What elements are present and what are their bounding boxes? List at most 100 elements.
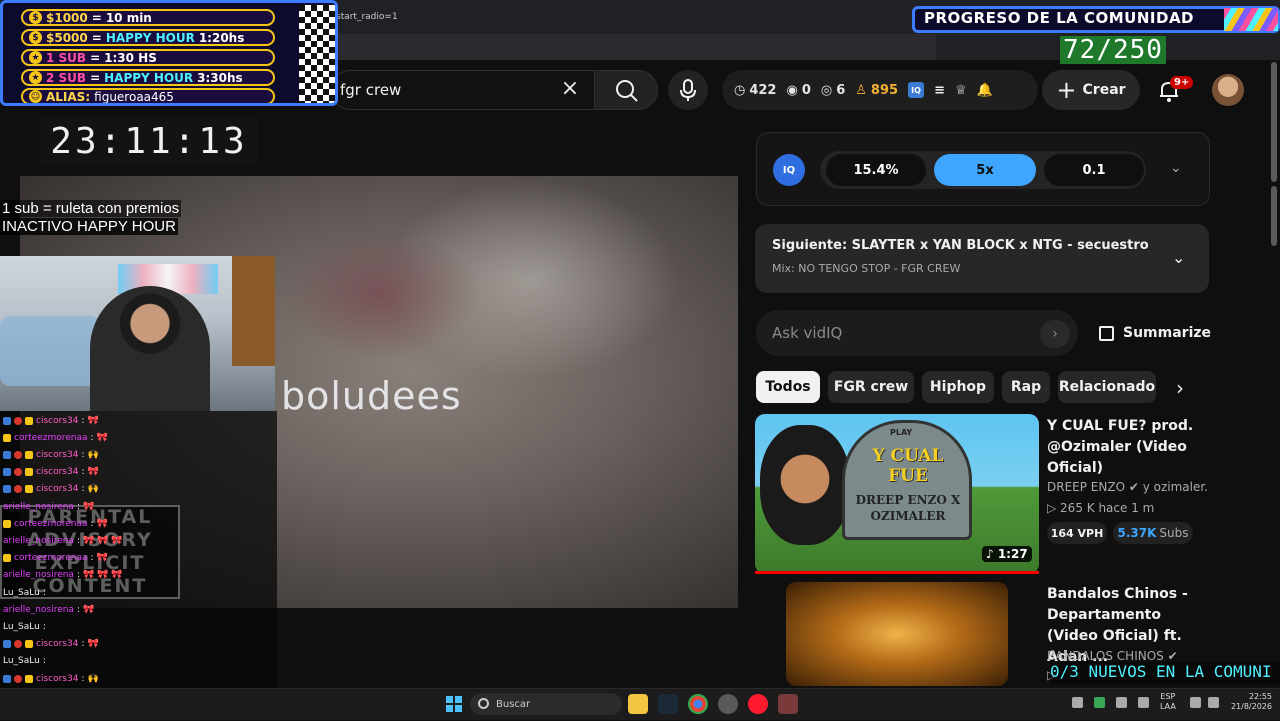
chat-username[interactable]: ciscors34 — [36, 450, 78, 460]
vidiq-icon[interactable]: IQ — [908, 82, 925, 98]
voice-search-button[interactable] — [668, 70, 708, 110]
clear-search-icon[interactable]: × — [559, 78, 581, 100]
chat-username[interactable]: ciscors34 — [36, 674, 78, 684]
chat-username[interactable]: corteezmorenaa — [14, 553, 88, 563]
chat-message: corteezmorenaa: 🎀 — [3, 515, 108, 532]
chat-text: 🎀 🎀 🎀 — [83, 535, 123, 546]
expand-chevron-icon[interactable]: ⌄ — [1172, 248, 1185, 267]
eye-stat-2: ◎ 6 — [820, 82, 846, 98]
tray-icon[interactable] — [1138, 697, 1149, 708]
channel-name[interactable]: BANDALOS CHINOS ✔ — [1047, 649, 1178, 663]
chat-message: ciscors34: 🎀 — [3, 412, 99, 429]
search-icon — [478, 698, 489, 709]
chat-username[interactable]: arielle_nosirena — [3, 536, 74, 546]
chat-username[interactable]: Lu_SaLu — [3, 588, 40, 598]
chat-username[interactable]: ciscors34 — [36, 467, 78, 477]
create-button[interactable]: + Crear — [1042, 70, 1140, 110]
chat-username[interactable]: arielle_nosirena — [3, 605, 74, 615]
vidiq-multiplier-pill[interactable]: 5x — [934, 154, 1036, 186]
chat-message: arielle_nosirena: 🎀 — [3, 601, 94, 618]
windows-start-icon[interactable] — [446, 696, 462, 712]
community-progress-label: PROGRESO DE LA COMUNIDAD — [924, 9, 1195, 27]
up-next-card[interactable] — [755, 224, 1209, 293]
up-next-title[interactable]: Siguiente: SLAYTER x YAN BLOCK x NTG - s… — [772, 238, 1152, 253]
chat-username[interactable]: corteezmorenaa — [14, 433, 88, 443]
page-scrollbar[interactable] — [1271, 62, 1277, 182]
vidiq-ratio-pill[interactable]: 0.1 — [1044, 154, 1144, 186]
chat-username[interactable]: arielle_nosirena — [3, 502, 74, 512]
language-indicator[interactable]: ESP LAA — [1160, 692, 1176, 712]
chat-text: 🙌 — [87, 449, 99, 460]
ask-vidiq-placeholder[interactable]: Ask vidIQ — [772, 324, 842, 342]
wifi-icon[interactable] — [1190, 697, 1201, 708]
bell-small-icon[interactable]: 🔔 — [977, 83, 993, 98]
chevron-down-icon[interactable]: ⌄ — [1170, 160, 1182, 176]
taskbar-search[interactable]: Buscar — [470, 693, 622, 715]
video-title[interactable]: Y CUAL FUE? prod. @Ozimaler (Video Ofici… — [1047, 416, 1207, 479]
vidiq-logo[interactable]: IQ — [773, 154, 805, 186]
app-icon-2[interactable] — [778, 694, 798, 714]
chat-badge-icon — [3, 416, 11, 425]
thumbnail-play-label: PLAY — [890, 428, 913, 437]
clock[interactable]: 22:55 21/8/2026 — [1230, 692, 1272, 712]
chat-username[interactable]: Lu_SaLu — [3, 656, 40, 666]
watch-progress-bar — [755, 571, 1039, 574]
promo-text: 1 sub = ruleta con premios — [0, 200, 182, 217]
happy-hour-status: INACTIVO HAPPY HOUR — [0, 218, 178, 235]
search-query[interactable]: fgr crew — [340, 81, 401, 99]
webcam-feed — [0, 256, 275, 411]
vidiq-score-pill[interactable]: 15.4% — [826, 154, 926, 186]
summarize-button[interactable]: Summarize — [1099, 325, 1211, 341]
user-icon: ☺ — [29, 90, 42, 103]
channel-name[interactable]: DREEP ENZO ✔ y ozimaler. — [1047, 480, 1208, 494]
search-button[interactable] — [594, 70, 658, 110]
address-bar[interactable]: start_radio=1 — [336, 12, 398, 22]
volume-icon[interactable] — [1208, 697, 1219, 708]
avatar[interactable] — [1212, 74, 1244, 106]
chat-username[interactable]: ciscors34 — [36, 639, 78, 649]
chip-relacionado[interactable]: Relacionado — [1058, 371, 1156, 403]
chrome-icon[interactable] — [688, 694, 708, 714]
chip-hiphop[interactable]: Hiphop — [922, 371, 994, 403]
chat-separator: : — [90, 553, 94, 564]
app-icon[interactable] — [718, 694, 738, 714]
chat-text: 🎀 — [87, 415, 99, 426]
chat-separator: : — [42, 621, 46, 632]
duration-badge: ♪ 1:27 — [982, 546, 1032, 562]
chevron-right-icon[interactable]: › — [1176, 376, 1184, 400]
chat-separator: : — [90, 518, 94, 529]
page-scrollbar-lower[interactable] — [1271, 186, 1277, 246]
eye-stat: ◉ 0 — [786, 82, 811, 98]
video-thumbnail[interactable] — [786, 582, 1008, 686]
chat-badge-icon — [25, 416, 33, 425]
chat-message: arielle_nosirena: 🎀 🎀 🎀 — [3, 532, 122, 549]
chat-username[interactable]: ciscors34 — [36, 416, 78, 426]
chat-username[interactable]: ciscors34 — [36, 484, 78, 494]
chat-text: 🎀 — [96, 518, 108, 529]
clock-icon: ◷ — [734, 82, 746, 98]
list-icon[interactable]: ≡ — [934, 83, 945, 98]
chat-username[interactable]: corteezmorenaa — [14, 519, 88, 529]
chat-badge-icon — [3, 554, 11, 563]
chat-username[interactable]: Lu_SaLu — [3, 622, 40, 632]
file-explorer-icon[interactable] — [628, 694, 648, 714]
chip-rap[interactable]: Rap — [1002, 371, 1050, 403]
chip-todos[interactable]: Todos — [756, 371, 820, 403]
steam-icon[interactable] — [658, 694, 678, 714]
chat-separator: : — [76, 501, 80, 512]
tray-icon[interactable] — [1116, 697, 1127, 708]
trophy-icon[interactable]: ♕ — [955, 83, 967, 98]
chat-text: 🎀 — [87, 639, 99, 650]
opera-icon[interactable] — [748, 694, 768, 714]
chip-fgr-crew[interactable]: FGR crew — [828, 371, 914, 403]
tray-icon[interactable] — [1094, 697, 1105, 708]
video-frame-shadow — [280, 230, 480, 360]
tray-icon[interactable] — [1072, 697, 1083, 708]
chat-username[interactable]: arielle_nosirena — [3, 570, 74, 580]
chat-separator: : — [76, 535, 80, 546]
browser-tab-strip — [336, 34, 936, 60]
ask-submit-button[interactable]: › — [1040, 320, 1070, 348]
sub-goals-panel: $ $1000 = 10 min $ $5000 = HAPPY HOUR 1:… — [0, 0, 338, 106]
star-icon: ★ — [29, 51, 42, 64]
chat-separator: : — [42, 656, 46, 667]
